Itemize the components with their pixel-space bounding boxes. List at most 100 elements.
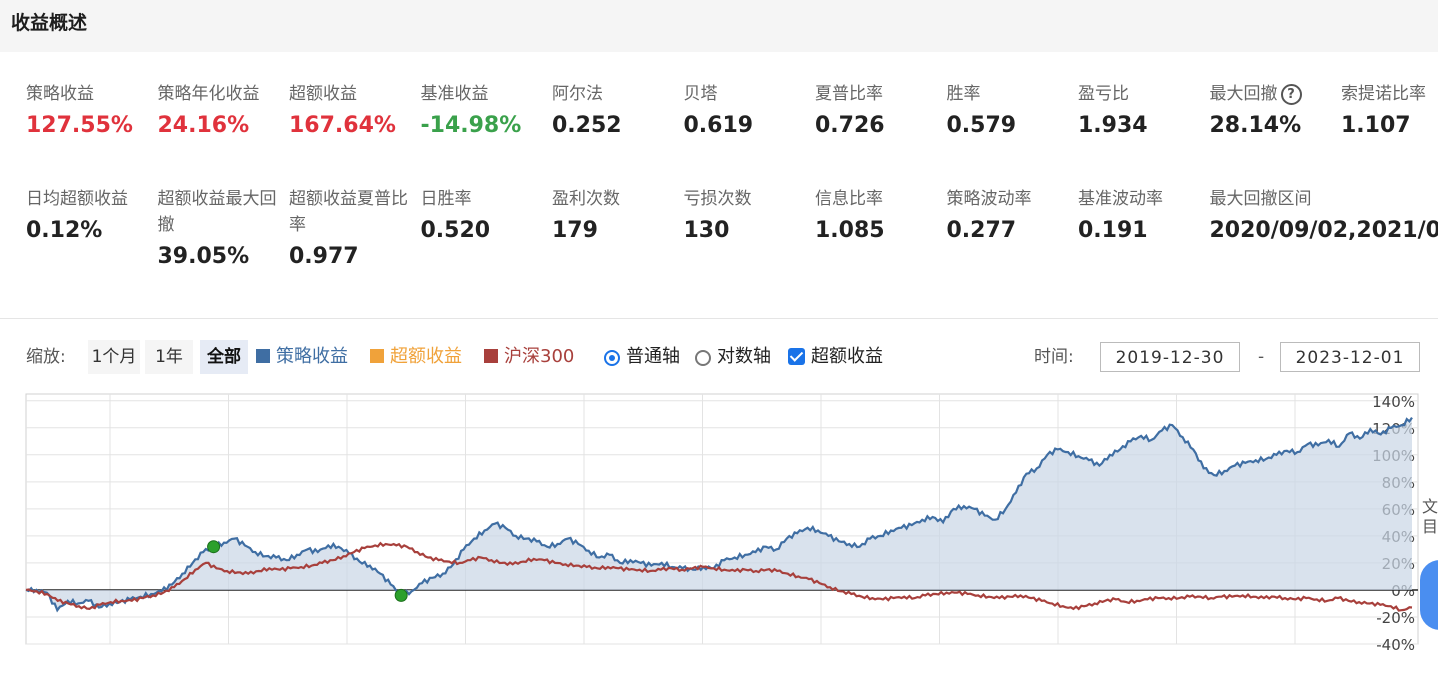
metric-label: 索提诺比率	[1341, 81, 1438, 107]
metric-label: 日胜率	[421, 186, 553, 212]
metric-label-text: 日均超额收益	[26, 189, 128, 209]
metric-label-text: 盈利次数	[552, 189, 620, 209]
legend-excess[interactable]: 超额收益	[370, 340, 462, 374]
metric-label: 基准收益	[421, 81, 553, 107]
metric-metrics_row1-0: 策略收益 127.55%	[26, 81, 158, 138]
divider	[0, 318, 1438, 319]
date-to-input[interactable]: 2023-12-01	[1280, 342, 1420, 372]
metric-label-text: 信息比率	[815, 189, 883, 209]
metric-label: 贝塔	[684, 81, 816, 107]
metric-label: 超额收益最大回撤	[158, 186, 290, 238]
right-axis-label: 文	[1422, 497, 1438, 516]
metric-metrics_row2-1: 超额收益最大回撤 39.05%	[158, 186, 290, 269]
legend-strategy-label: 策略收益	[276, 346, 348, 367]
section-header: 收益概述	[0, 0, 1438, 52]
metric-value: 2020/09/02,2021/0	[1209, 218, 1438, 243]
metric-label-text: 索提诺比率	[1341, 84, 1426, 104]
metric-value: 0.12%	[26, 218, 103, 243]
metric-metrics_row1-1: 策略年化收益 24.16%	[158, 81, 290, 138]
metric-label-text: 基准收益	[420, 84, 489, 104]
zoom-label: 缩放:	[26, 347, 66, 367]
event-marker-0	[207, 540, 221, 554]
metric-label: 夏普比率	[815, 81, 947, 107]
metric-value: -14.98%	[420, 113, 522, 138]
metric-metrics_row1-2: 超额收益 167.64%	[289, 81, 421, 138]
metric-metrics_row2-6: 信息比率 1.085	[815, 186, 947, 243]
metric-label-text: 日胜率	[420, 189, 472, 209]
metric-label-text: 超额收益	[289, 84, 357, 104]
checkbox-checked-icon	[788, 348, 805, 365]
section-title: 收益概述	[11, 12, 88, 34]
right-axis-label: 目	[1422, 517, 1438, 536]
metric-label: 盈利次数	[552, 186, 684, 212]
returns-chart[interactable]: 140%120%100%80%60%40%20%0%-20%-40%文目	[0, 392, 1438, 682]
excess-checkbox-label: 超额收益	[811, 346, 883, 367]
normal-axis-radio[interactable]: 普通轴	[604, 340, 680, 374]
legend-excess-label: 超额收益	[390, 346, 462, 367]
metric-value: 0.277	[946, 218, 1017, 243]
metric-metrics_row2-7: 策略波动率 0.277	[947, 186, 1079, 243]
metric-label: 亏损次数	[684, 186, 816, 212]
date-from-input[interactable]: 2019-12-30	[1100, 342, 1240, 372]
normal-axis-label: 普通轴	[626, 346, 680, 367]
date-separator: -	[1258, 347, 1265, 367]
metric-metrics_row1-9: 最大回撤? 28.14%	[1210, 81, 1342, 138]
legend-benchmark[interactable]: 沪深300	[484, 340, 574, 374]
zoom-1-year-button[interactable]: 1年	[145, 340, 193, 374]
metric-label-text: 超额收益夏普比率	[289, 189, 408, 235]
legend-benchmark-label: 沪深300	[504, 346, 575, 367]
metric-label-text: 亏损次数	[683, 189, 752, 209]
metric-value: 28.14%	[1209, 113, 1302, 138]
metric-label-text: 最大回撤区间	[1209, 189, 1312, 209]
log-axis-label: 对数轴	[717, 346, 771, 367]
help-circle-icon[interactable]: ?	[1280, 84, 1302, 105]
side-float-button[interactable]	[1420, 560, 1438, 630]
zoom-all-button[interactable]: 全部	[200, 340, 248, 374]
metric-value: 39.05%	[157, 244, 250, 269]
chart-toolbar: 缩放: 1个月 1年 全部 策略收益 超额收益 沪深300 普通轴 对数轴 超额…	[0, 340, 1438, 380]
metric-label-text: 策略年化收益	[157, 84, 260, 104]
time-label: 时间:	[1034, 347, 1074, 367]
metric-label-text: 贝塔	[683, 84, 718, 104]
metric-label-text: 超额收益最大回撤	[157, 189, 277, 235]
radio-unselected-icon	[695, 350, 711, 366]
metric-label-text: 策略波动率	[946, 189, 1032, 209]
metric-value: 1.107	[1341, 113, 1411, 138]
y-tick-label: -40%	[1376, 636, 1415, 654]
metric-metrics_row1-3: 基准收益 -14.98%	[421, 81, 553, 138]
metric-value: 0.252	[552, 113, 622, 138]
metric-value: 0.191	[1078, 218, 1148, 243]
metric-label-text: 胜率	[946, 84, 981, 104]
legend-strategy-swatch	[256, 349, 270, 363]
metric-label: 基准波动率	[1078, 186, 1210, 212]
metric-label: 策略收益	[26, 81, 158, 107]
metric-label-text: 最大回撤	[1209, 84, 1278, 104]
metric-value: 179	[552, 218, 598, 243]
log-axis-radio[interactable]: 对数轴	[695, 340, 771, 374]
excess-checkbox[interactable]: 超额收益	[788, 340, 883, 374]
metric-metrics_row2-3: 日胜率 0.520	[421, 186, 553, 243]
metric-metrics_row1-10: 索提诺比率 1.107	[1341, 81, 1438, 138]
metric-label: 信息比率	[815, 186, 947, 212]
metric-value: 167.64%	[289, 113, 396, 138]
metric-value: 1.934	[1078, 113, 1148, 138]
metric-value: 0.619	[683, 113, 754, 138]
legend-strategy[interactable]: 策略收益	[256, 340, 348, 374]
metric-metrics_row1-8: 盈亏比 1.934	[1078, 81, 1210, 138]
metric-value: 0.977	[289, 244, 359, 269]
metric-value: 127.55%	[26, 113, 133, 138]
metric-label: 阿尔法	[552, 81, 684, 107]
metric-label-text: 策略收益	[26, 84, 94, 104]
metric-label: 超额收益夏普比率	[289, 186, 421, 238]
metric-value: 130	[683, 218, 730, 243]
metric-label: 胜率	[947, 81, 1079, 107]
metric-metrics_row1-7: 胜率 0.579	[947, 81, 1079, 138]
metric-label: 最大回撤区间	[1210, 186, 1342, 212]
metric-metrics_row2-4: 盈利次数 179	[552, 186, 684, 243]
metric-metrics_row2-2: 超额收益夏普比率 0.977	[289, 186, 421, 269]
legend-benchmark-swatch	[484, 349, 498, 363]
metric-label-text: 盈亏比	[1078, 84, 1129, 104]
metric-label-text: 基准波动率	[1078, 189, 1163, 209]
zoom-1-month-button[interactable]: 1个月	[88, 340, 140, 374]
event-marker-1	[394, 588, 408, 602]
